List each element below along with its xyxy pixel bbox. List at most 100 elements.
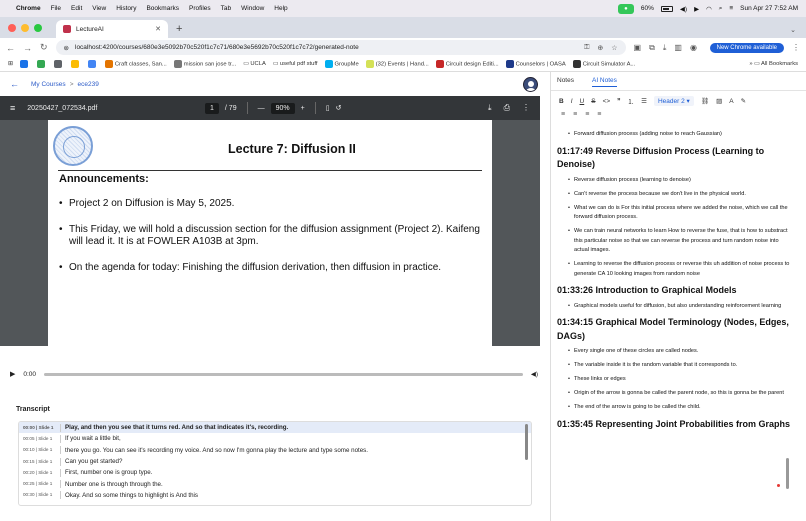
password-key-icon[interactable]: ⚿: [584, 44, 589, 52]
italic-icon[interactable]: I: [571, 98, 573, 105]
bold-icon[interactable]: B: [559, 98, 564, 105]
transcript-row[interactable]: 00:30 | Slide 1 Okay. And so some things…: [19, 490, 531, 501]
screen-record-icon[interactable]: ●: [617, 3, 634, 14]
back-arrow-icon[interactable]: ←: [10, 79, 19, 89]
menu-window[interactable]: Window: [241, 5, 264, 12]
zoom-out-button[interactable]: —: [258, 105, 265, 112]
zoom-in-button[interactable]: +: [301, 105, 305, 112]
media-icon[interactable]: ▶: [694, 5, 699, 13]
ordered-list-icon[interactable]: ⒈: [628, 96, 635, 106]
avatar[interactable]: [523, 76, 538, 92]
menu-profiles[interactable]: Profiles: [189, 5, 211, 12]
audio-progress-bar[interactable]: [44, 372, 523, 376]
menu-view[interactable]: View: [92, 5, 106, 12]
volume-icon[interactable]: ◀): [680, 5, 687, 13]
bookmark-craft-classes[interactable]: Craft classes, San...: [104, 60, 167, 68]
bookmark-events-handshake[interactable]: (32) Events | Hand...: [365, 60, 429, 68]
bookmark-star-icon[interactable]: ☆: [611, 44, 617, 52]
transcript-row[interactable]: 00:00 | Slide 1 Play, and then you see t…: [19, 422, 531, 434]
play-icon[interactable]: ▶: [10, 370, 15, 378]
forward-icon[interactable]: →: [23, 43, 32, 53]
pdf-viewer[interactable]: Lecture 7: Diffusion II Announcements: P…: [0, 120, 540, 346]
breadcrumb-course[interactable]: ece239: [77, 81, 98, 88]
heading-select[interactable]: Header 2 ▾: [653, 96, 694, 106]
bookmark-icon[interactable]: [36, 60, 45, 68]
close-window-icon[interactable]: [8, 23, 16, 32]
new-chrome-available-button[interactable]: New Chrome available: [709, 42, 784, 53]
tab-search-icon[interactable]: ⌄: [790, 26, 796, 34]
align-justify-icon[interactable]: ≡: [597, 111, 601, 118]
search-icon[interactable]: ⌕: [719, 5, 723, 13]
text-color-icon[interactable]: A: [729, 98, 733, 105]
control-center-icon[interactable]: ≡: [729, 5, 733, 12]
transcript-row[interactable]: 00:15 | Slide 1 Can you get started?: [19, 456, 531, 467]
bookmark-icon[interactable]: [87, 60, 96, 68]
bookmark-icon[interactable]: [70, 60, 79, 68]
ai-notes-content[interactable]: Forward diffusion process (adding noise …: [557, 130, 793, 496]
bullet-list-icon[interactable]: ☰: [641, 97, 647, 105]
transcript-row[interactable]: 00:10 | Slide 1 there you go. You can se…: [19, 445, 531, 456]
pdf-menu-icon[interactable]: ≡: [10, 103, 15, 113]
code-icon[interactable]: <>: [603, 98, 611, 105]
fit-page-icon[interactable]: ▯: [326, 104, 330, 112]
menu-tab[interactable]: Tab: [221, 5, 231, 12]
downloads-icon[interactable]: ⤓: [663, 43, 667, 53]
menu-edit[interactable]: Edit: [71, 5, 82, 12]
highlight-icon[interactable]: ✎: [741, 97, 746, 105]
align-center-icon[interactable]: ≡: [573, 111, 577, 118]
reload-icon[interactable]: ↻: [40, 42, 48, 53]
transcript-list[interactable]: 00:00 | Slide 1 Play, and then you see t…: [18, 421, 532, 506]
download-icon[interactable]: ⤓: [488, 103, 492, 113]
profile-icon[interactable]: ◉: [690, 43, 697, 52]
breadcrumb-my-courses[interactable]: My Courses: [31, 81, 66, 88]
align-left-icon[interactable]: ≡: [561, 111, 565, 118]
extension-icon[interactable]: ▣: [634, 43, 642, 52]
transcript-row[interactable]: 00:25 | Slide 1 Number one is through th…: [19, 478, 531, 489]
address-bar[interactable]: ⊚ localhost:4200/courses/680e3e5092b70c5…: [55, 40, 626, 55]
new-tab-icon[interactable]: +: [176, 23, 182, 35]
apps-icon[interactable]: ⊞: [8, 61, 13, 67]
image-icon[interactable]: ▨: [716, 97, 722, 105]
zoom-icon[interactable]: ⊕: [597, 44, 603, 52]
link-icon[interactable]: ⛓: [701, 97, 709, 105]
battery-icon[interactable]: [660, 5, 673, 12]
bookmark-folder-useful-pdf[interactable]: ▭ useful pdf stuff: [273, 61, 318, 67]
bookmark-counselors-oasa[interactable]: Counselors | OASA: [505, 60, 566, 68]
tab-ai-notes[interactable]: AI Notes: [591, 77, 617, 87]
url-text[interactable]: localhost:4200/courses/680e3e5092b70c520…: [75, 44, 359, 51]
page-number-input[interactable]: 1: [205, 102, 219, 114]
menu-bookmarks[interactable]: Bookmarks: [146, 5, 179, 12]
back-icon[interactable]: ←: [6, 43, 15, 53]
bookmark-groupme[interactable]: GroupMe: [324, 60, 359, 68]
bookmark-icon[interactable]: [19, 60, 28, 68]
quote-icon[interactable]: ❞: [617, 97, 621, 105]
chrome-menu-icon[interactable]: ⋮: [792, 43, 800, 52]
browser-tab[interactable]: LectureAI ✕: [56, 20, 168, 38]
menu-file[interactable]: File: [51, 5, 61, 12]
sidebar-icon[interactable]: ▥: [674, 43, 682, 52]
bookmark-circuit-simulator[interactable]: Circuit Simulator A...: [572, 60, 635, 68]
more-options-icon[interactable]: ⋮: [522, 103, 530, 113]
close-tab-icon[interactable]: ✕: [155, 25, 161, 33]
transcript-row[interactable]: 00:20 | Slide 1 First, number one is gro…: [19, 467, 531, 478]
notes-scrollbar[interactable]: [786, 458, 789, 489]
bookmark-circuit-design[interactable]: Circuit design Editi...: [435, 60, 499, 68]
zoom-level[interactable]: 90%: [270, 102, 295, 114]
menu-chrome[interactable]: Chrome: [16, 5, 41, 12]
tab-notes[interactable]: Notes: [557, 77, 574, 87]
underline-icon[interactable]: U: [580, 98, 585, 105]
transcript-scrollbar[interactable]: [525, 424, 528, 460]
site-info-icon[interactable]: ⊚: [64, 44, 69, 52]
transcript-row[interactable]: 00:05 | Slide 1 If you wait a little bit…: [19, 433, 531, 444]
align-right-icon[interactable]: ≡: [585, 111, 589, 118]
bookmark-icon[interactable]: [53, 60, 62, 68]
menu-history[interactable]: History: [116, 5, 136, 12]
rotate-icon[interactable]: ↺: [336, 104, 342, 112]
minimize-window-icon[interactable]: [21, 23, 29, 32]
maximize-window-icon[interactable]: [34, 23, 42, 32]
extensions-puzzle-icon[interactable]: ⧉: [649, 43, 655, 53]
wifi-icon[interactable]: ◠: [706, 5, 712, 13]
menu-help[interactable]: Help: [274, 5, 287, 12]
all-bookmarks[interactable]: » ▭ All Bookmarks: [749, 61, 798, 67]
print-icon[interactable]: ⎙: [504, 103, 510, 113]
